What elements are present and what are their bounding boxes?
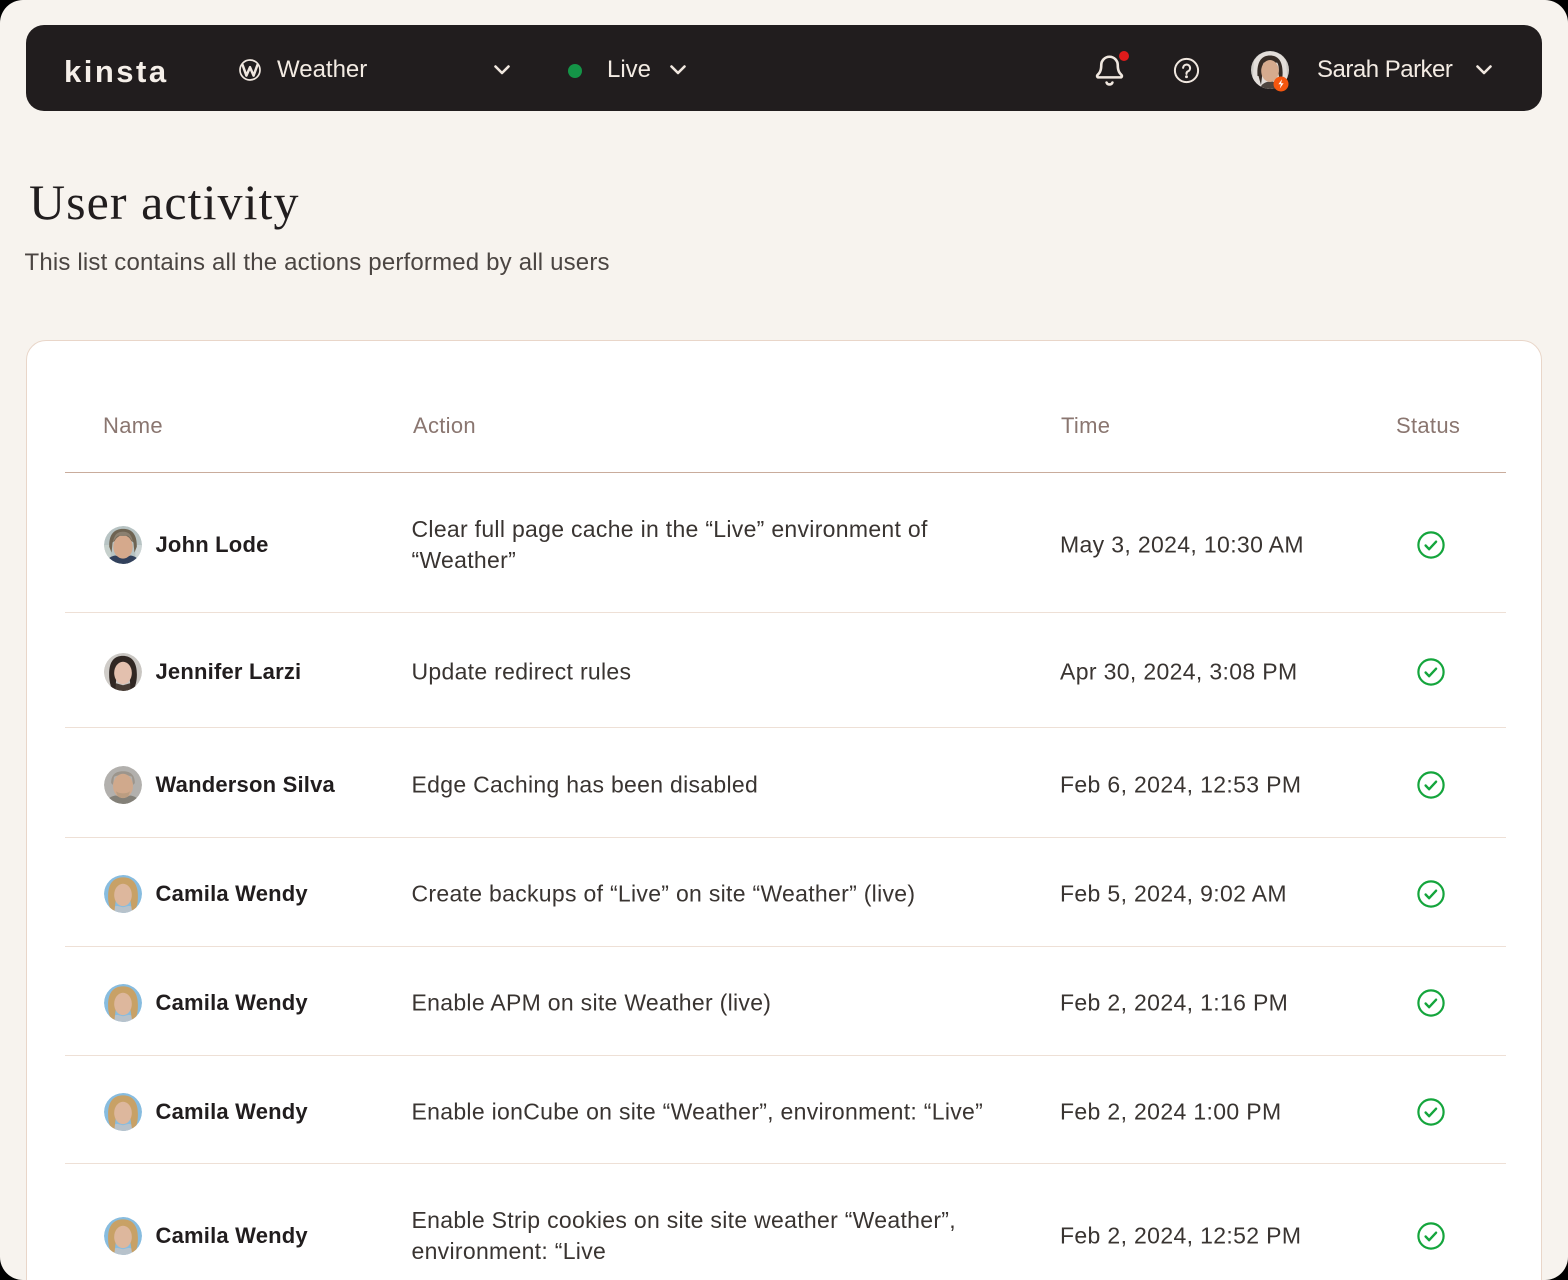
svg-text:kinsta: kinsta — [64, 54, 169, 86]
